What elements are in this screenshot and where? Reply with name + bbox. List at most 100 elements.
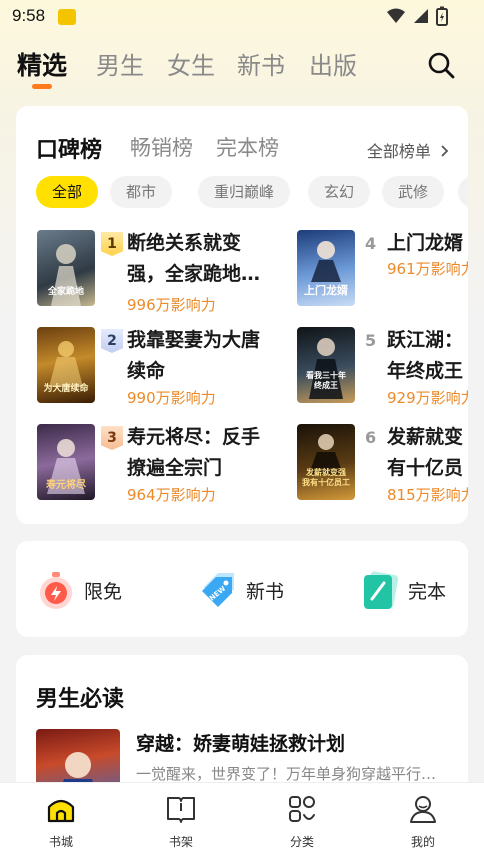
app-notification-icon xyxy=(58,9,76,25)
book-title: 断绝关系就变 强，全家跪地… xyxy=(127,228,277,290)
chip-martial[interactable]: 武修 xyxy=(382,176,445,208)
book-title-line1: 断绝关系就变 xyxy=(127,232,242,254)
book-complete-icon xyxy=(364,571,399,609)
cover-art xyxy=(309,434,343,474)
status-time: 9:58 xyxy=(12,6,46,25)
cover-title: 发薪就变强 我有十亿员工 xyxy=(302,468,350,487)
stopwatch-icon xyxy=(40,572,72,609)
book-title-line2: 有十亿员 xyxy=(387,457,464,479)
cover-title: 寿元将尽 xyxy=(46,480,86,491)
chip-fantasy[interactable]: 玄幻 xyxy=(308,176,371,208)
user-icon xyxy=(410,796,436,823)
tab-female[interactable]: 女生 xyxy=(167,46,215,81)
tab-published[interactable]: 出版 xyxy=(309,46,357,81)
book-title-line2: 撩遍全宗门 xyxy=(127,457,223,479)
home-icon xyxy=(47,799,75,823)
nav-profile-label: 我的 xyxy=(410,835,435,849)
list-item[interactable]: 为大唐续命 2 我靠娶妻为大唐 续命 990万影响力 xyxy=(37,327,277,407)
cover-art xyxy=(309,338,343,399)
book-popularity: 929万影响力 xyxy=(387,389,468,407)
book-cover: 为大唐续命 xyxy=(37,327,95,403)
tab-reputation-list[interactable]: 口碑榜 xyxy=(36,132,102,164)
list-item[interactable]: 看我三十年 终成王 5 跃江湖： 年终成王 929万影响力 xyxy=(297,327,468,407)
wifi-icon xyxy=(387,8,405,23)
list-item[interactable]: 寿元将尽 3 寿元将尽：反手 撩遍全宗门 964万影响力 xyxy=(37,424,277,504)
book-title-line1: 发薪就变 xyxy=(387,426,464,448)
cover-title: 看我三十年 终成王 xyxy=(306,371,346,390)
bookshelf-icon xyxy=(167,797,195,823)
list-item[interactable]: 上门龙婿 4 上门龙婿 961万影响力 xyxy=(297,230,468,310)
nav-category-label: 分类 xyxy=(289,835,314,849)
rank-badge: 3 xyxy=(101,426,123,450)
book-title-line1: 跃江湖： xyxy=(387,329,464,351)
nav-bookstore-label: 书城 xyxy=(48,835,73,849)
book-popularity: 996万影响力 xyxy=(127,296,216,314)
rank-badge: 2 xyxy=(101,329,123,353)
book-title-line1: 寿元将尽：反手 xyxy=(127,426,261,448)
new-tag-icon: NEW xyxy=(202,573,234,607)
book-cover: 上门龙婿 xyxy=(297,230,355,306)
book-title-line1: 我靠娶妻为大唐 xyxy=(127,329,261,351)
top-tabs: 精选 男生 女生 新书 出版 xyxy=(0,46,484,96)
book-popularity: 961万影响力 xyxy=(387,260,468,278)
section-title: 男生必读 xyxy=(36,687,125,712)
book-cover: 发薪就变强 我有十亿员工 xyxy=(297,424,355,500)
book-cover: 全家跪地 xyxy=(37,230,95,306)
chevron-right-icon xyxy=(441,145,449,157)
cover-title: 全家跪地 xyxy=(47,287,84,297)
rank-number: 4 xyxy=(365,234,377,253)
status-bar: 9:58 xyxy=(0,0,484,34)
rank-number: 5 xyxy=(365,331,377,350)
nav-bookstore[interactable]: 书城 xyxy=(21,791,101,851)
new-books-entry[interactable]: NEW 新书 xyxy=(198,569,308,611)
book-title-line2: 续命 xyxy=(127,360,166,382)
completed-entry[interactable]: 完本 xyxy=(360,569,460,611)
book-title: 跃江湖： 年终成王 xyxy=(387,325,468,387)
nav-profile[interactable]: 我的 xyxy=(383,791,463,851)
book-title: 寿元将尽：反手 撩遍全宗门 xyxy=(127,422,277,484)
list-item[interactable]: 发薪就变强 我有十亿员工 6 发薪就变 有十亿员 815万影响力 xyxy=(297,424,468,504)
book-title: 我靠娶妻为大唐 续命 xyxy=(127,325,277,387)
tab-male[interactable]: 男生 xyxy=(96,46,144,81)
cover-title: 上门龙婿 xyxy=(304,284,348,297)
chip-all[interactable]: 全部 xyxy=(36,176,99,208)
book-popularity: 815万影响力 xyxy=(387,486,468,504)
active-tab-indicator xyxy=(32,84,52,89)
book-popularity: 964万影响力 xyxy=(127,486,216,504)
tab-featured[interactable]: 精选 xyxy=(17,46,67,82)
rank-number: 6 xyxy=(365,428,377,447)
free-limited-entry[interactable]: 限免 xyxy=(36,569,146,611)
book-cover: 看我三十年 终成王 xyxy=(297,327,355,403)
all-lists-label: 全部榜单 xyxy=(366,142,431,161)
chip-more[interactable]: 复 xyxy=(458,176,468,208)
book-title: 发薪就变 有十亿员 xyxy=(387,422,468,484)
book-description: 一觉醒来，世界变了！万年单身狗穿越平行… xyxy=(136,765,437,783)
book-cover: 寿元将尽 xyxy=(37,424,95,500)
ranking-card: 口碑榜 畅销榜 完本榜 全部榜单 全部 都市 重归巅峰 玄幻 武修 复 全家跪地… xyxy=(16,106,468,524)
signal-icon xyxy=(414,9,428,23)
book-popularity: 990万影响力 xyxy=(127,389,216,407)
search-icon[interactable] xyxy=(426,50,456,80)
nav-category[interactable]: 分类 xyxy=(262,791,342,851)
new-books-label: 新书 xyxy=(246,581,285,603)
chip-urban[interactable]: 都市 xyxy=(110,176,173,208)
status-icons xyxy=(386,6,448,26)
chip-return-peak[interactable]: 重归巅峰 xyxy=(198,176,291,208)
nav-bookshelf[interactable]: 书架 xyxy=(141,791,221,851)
nav-bookshelf-label: 书架 xyxy=(168,835,193,849)
tab-completed-list[interactable]: 完本榜 xyxy=(216,132,279,162)
cover-title: 为大唐续命 xyxy=(43,384,89,394)
bottom-nav: 书城 书架 分类 我的 xyxy=(0,782,484,860)
all-lists-link[interactable]: 全部榜单 xyxy=(367,138,450,162)
quick-entries-card: 限免 NEW 新书 完本 xyxy=(16,541,468,637)
completed-label: 完本 xyxy=(408,581,447,603)
list-item[interactable]: 全家跪地 1 断绝关系就变 强，全家跪地… 996万影响力 xyxy=(37,228,277,314)
tab-new-books[interactable]: 新书 xyxy=(237,46,285,81)
free-limited-label: 限免 xyxy=(84,581,123,603)
book-title-line2: 年终成王 xyxy=(387,360,464,382)
battery-icon xyxy=(436,6,448,26)
book-title: 上门龙婿 xyxy=(387,228,468,259)
tab-bestseller-list[interactable]: 畅销榜 xyxy=(130,132,193,162)
book-title-line1: 上门龙婿 xyxy=(387,232,464,254)
book-title[interactable]: 穿越：娇妻萌娃拯救计划 xyxy=(136,729,345,756)
